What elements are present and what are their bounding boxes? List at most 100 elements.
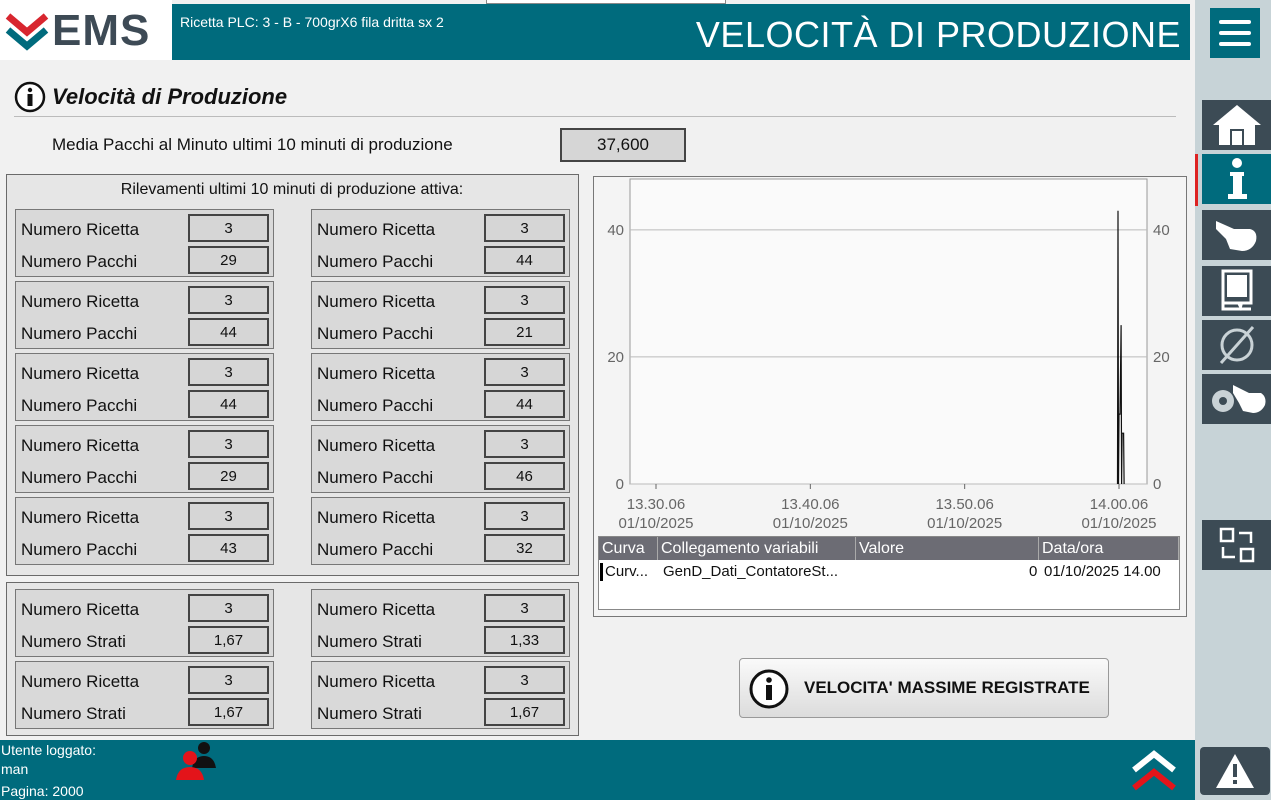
ems-logo: EMS	[0, 0, 172, 60]
user-icon-button[interactable]	[172, 740, 218, 787]
recipe-number-value: 3	[188, 594, 269, 622]
packs-count-label: Numero Pacchi	[21, 396, 138, 415]
scroll-up-button[interactable]	[1130, 748, 1178, 799]
layers-record-box: Numero Ricetta 3 Numero Strati 1,67	[15, 661, 274, 729]
layers-count-value: 1,67	[188, 698, 269, 726]
home-icon	[1212, 105, 1261, 145]
record-box: Numero Ricetta 3 Numero Pacchi 44	[15, 353, 274, 421]
recipe-number-value: 3	[188, 666, 269, 694]
warning-icon	[1216, 754, 1254, 788]
record-box: Numero Ricetta 3 Numero Pacchi 44	[311, 353, 570, 421]
disabled-function-button[interactable]	[1202, 320, 1271, 370]
packs-count-value: 44	[188, 390, 269, 418]
settings-manual-button[interactable]	[1202, 374, 1271, 424]
recipe-number-label: Numero Ricetta	[317, 600, 436, 619]
section-title: Velocità di Produzione	[52, 84, 288, 109]
packs-count-label: Numero Pacchi	[317, 324, 434, 343]
hand-pointer-icon	[1215, 221, 1256, 251]
layers-count-value: 1,33	[484, 626, 565, 654]
recipe-number-value: 3	[484, 214, 565, 242]
record-box: Numero Ricetta 3 Numero Pacchi 29	[15, 209, 274, 277]
legend-row-datetime: 01/10/2025 14.00	[1044, 563, 1161, 580]
layers-count-label: Numero Strati	[317, 632, 422, 651]
average-packs-label: Media Pacchi al Minuto ultimi 10 minuti …	[52, 135, 453, 154]
layers-record-box: Numero Ricetta 3 Numero Strati 1,67	[311, 661, 570, 729]
recipe-number-value: 3	[188, 214, 269, 242]
y-tick-label-right: 20	[1153, 349, 1170, 366]
legend-header-link: Collegamento variabili	[658, 537, 856, 560]
packs-count-label: Numero Pacchi	[21, 252, 138, 271]
packs-count-label: Numero Pacchi	[21, 468, 138, 487]
recipe-number-value: 3	[188, 502, 269, 530]
recipe-number-label: Numero Ricetta	[317, 508, 436, 527]
record-box: Numero Ricetta 3 Numero Pacchi 44	[311, 209, 570, 277]
recipe-number-label: Numero Ricetta	[21, 600, 140, 619]
x-tick-time: 13.30.06	[627, 496, 685, 513]
recipe-info: Ricetta PLC: 3 - B - 700grX6 fila dritta…	[180, 14, 444, 30]
y-tick-label-left: 0	[616, 476, 624, 493]
hamburger-icon	[1219, 20, 1251, 46]
y-tick-label-right: 40	[1153, 222, 1170, 239]
recipe-number-label: Numero Ricetta	[317, 436, 436, 455]
max-speed-button[interactable]: VELOCITA' MASSIME REGISTRATE	[739, 658, 1109, 718]
packs-count-value: 44	[484, 246, 565, 274]
packs-count-label: Numero Pacchi	[21, 324, 138, 343]
packs-count-value: 44	[484, 390, 565, 418]
legend-row-value: 0	[1029, 563, 1038, 580]
book-icon	[1221, 269, 1252, 311]
recipe-number-value: 3	[188, 430, 269, 458]
average-packs-value: 37,600	[560, 128, 686, 162]
packs-count-label: Numero Pacchi	[317, 540, 434, 559]
layers-record-box: Numero Ricetta 3 Numero Strati 1,33	[311, 589, 570, 657]
y-tick-label-left: 40	[607, 222, 624, 239]
records-panel-title: Rilevamenti ultimi 10 minuti di produzio…	[120, 181, 464, 198]
max-speed-button-label: VELOCITA' MASSIME REGISTRATE	[804, 678, 1090, 697]
packs-count-label: Numero Pacchi	[21, 540, 138, 559]
info-icon	[1227, 158, 1247, 199]
packs-count-value: 29	[188, 462, 269, 490]
x-tick-time: 14.00.06	[1090, 496, 1148, 513]
recipe-number-value: 3	[484, 594, 565, 622]
logged-user-label: Utente loggato:	[1, 742, 96, 758]
x-tick-date: 01/10/2025	[1081, 515, 1156, 532]
empty-set-icon	[1219, 326, 1254, 364]
packs-count-value: 46	[484, 462, 565, 490]
recipe-number-value: 3	[188, 358, 269, 386]
trend-legend-table: Curva Collegamento variabili Valore Data…	[598, 536, 1180, 610]
page-number: Pagina: 2000	[1, 783, 84, 799]
record-box: Numero Ricetta 3 Numero Pacchi 21	[311, 281, 570, 349]
recipe-number-label: Numero Ricetta	[21, 672, 140, 691]
recipe-number-label: Numero Ricetta	[317, 364, 436, 383]
manual-book-button[interactable]	[1202, 266, 1271, 316]
x-tick-time: 13.50.06	[935, 496, 993, 513]
switch-view-button[interactable]	[1202, 520, 1271, 570]
layers-count-label: Numero Strati	[21, 704, 126, 723]
legend-row-curve[interactable]: Curv...	[605, 563, 648, 580]
packs-count-label: Numero Pacchi	[317, 396, 434, 415]
alarm-button[interactable]	[1200, 747, 1270, 795]
page-header-title: VELOCITÀ DI PRODUZIONE	[695, 14, 1181, 55]
packs-count-value: 29	[188, 246, 269, 274]
layers-count-value: 1,67	[484, 698, 565, 726]
legend-row-link: GenD_Dati_ContatoreSt...	[663, 563, 839, 580]
menu-button[interactable]	[1210, 8, 1260, 58]
manual-control-button[interactable]	[1202, 210, 1271, 260]
users-icon	[176, 742, 216, 780]
double-chevron-up-icon	[1132, 750, 1176, 791]
ems-logo-mark-icon	[5, 13, 49, 51]
info-nav-button[interactable]	[1202, 154, 1271, 204]
title-divider	[14, 116, 1176, 117]
active-nav-marker	[1195, 154, 1198, 206]
section-info-icon	[14, 81, 46, 118]
layers-count-value: 1,67	[188, 626, 269, 654]
record-box: Numero Ricetta 3 Numero Pacchi 29	[15, 425, 274, 493]
home-button[interactable]	[1202, 100, 1271, 150]
layers-record-box: Numero Ricetta 3 Numero Strati 1,67	[15, 589, 274, 657]
recipe-number-label: Numero Ricetta	[317, 220, 436, 239]
packs-count-value: 43	[188, 534, 269, 562]
record-box: Numero Ricetta 3 Numero Pacchi 32	[311, 497, 570, 565]
y-tick-label-right: 0	[1153, 476, 1161, 493]
record-box: Numero Ricetta 3 Numero Pacchi 46	[311, 425, 570, 493]
recipe-number-label: Numero Ricetta	[21, 292, 140, 311]
record-box: Numero Ricetta 3 Numero Pacchi 43	[15, 497, 274, 565]
